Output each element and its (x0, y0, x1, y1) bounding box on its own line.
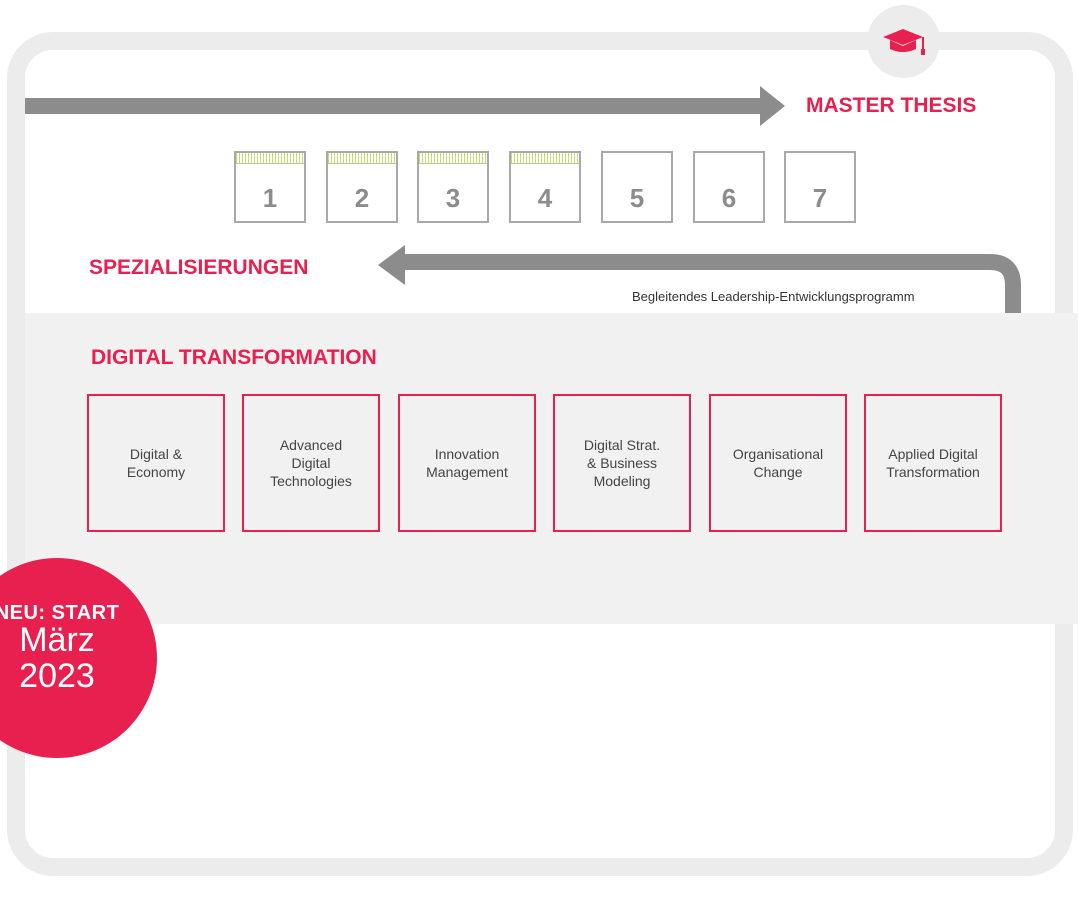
module-label: Digital Strat. & Business Modeling (583, 437, 661, 489)
module-box: Applied Digital Transformation (864, 394, 1002, 532)
semester-box: 1 (234, 151, 306, 223)
module-label: Advanced Digital Technologies (270, 437, 352, 489)
semester-number: 5 (629, 183, 645, 213)
module-box: Organisational Change (709, 394, 847, 532)
semester-box: 5 (601, 151, 673, 223)
semester-number: 3 (445, 183, 461, 213)
semester-completed-hatch (236, 153, 304, 164)
semester-box: 6 (693, 151, 765, 223)
semester-number: 4 (537, 183, 553, 213)
semester-box: 3 (417, 151, 489, 223)
module-label: Digital & Economy (126, 446, 186, 480)
module-label: Innovation Management (426, 446, 508, 480)
semester-box: 7 (784, 151, 856, 223)
semester-box: 4 (509, 151, 581, 223)
section-title: DIGITAL TRANSFORMATION (91, 346, 377, 369)
specializations-label: SPEZIALISIERUNGEN (89, 256, 309, 279)
badge-year: 2023 (19, 657, 95, 695)
leadership-program-label: Begleitendes Leadership-Entwicklungsprog… (632, 289, 915, 304)
module-label: Applied Digital Transformation (886, 446, 980, 480)
module-label: Organisational Change (732, 446, 824, 480)
semester-number: 6 (721, 183, 737, 213)
semester-number: 7 (812, 183, 828, 213)
semester-completed-hatch (511, 153, 579, 164)
return-arrowhead (378, 245, 405, 285)
semester-completed-hatch (328, 153, 396, 164)
semester-box: 2 (326, 151, 398, 223)
module-box: Digital Strat. & Business Modeling (553, 394, 691, 532)
master-thesis-label: MASTER THESIS (806, 94, 977, 117)
module-box: Innovation Management (398, 394, 536, 532)
semester-completed-hatch (419, 153, 487, 164)
return-arrow-line (402, 254, 1021, 313)
module-box: Digital & Economy (87, 394, 225, 532)
semester-number: 1 (262, 183, 278, 213)
top-arrow (25, 86, 785, 126)
module-box: Advanced Digital Technologies (242, 394, 380, 532)
semester-number: 2 (354, 183, 370, 213)
badge-month: März (19, 621, 95, 659)
